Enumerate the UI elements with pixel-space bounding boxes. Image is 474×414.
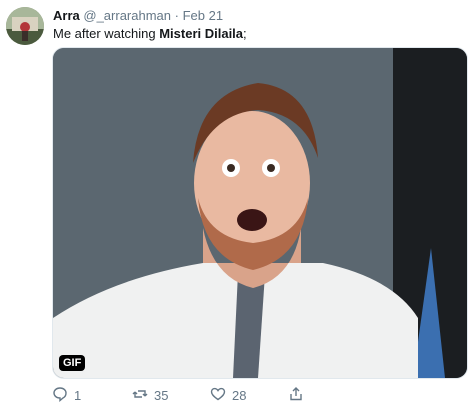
tweet-date[interactable]: Feb 21: [183, 8, 223, 23]
reply-icon: [52, 386, 68, 405]
retweet-icon: [132, 386, 148, 405]
retweet-count: 35: [154, 388, 169, 403]
tweet-text-bold: Misteri Dilaila: [159, 26, 244, 41]
like-icon: [210, 386, 226, 405]
separator-dot: ·: [174, 8, 179, 23]
retweet-button[interactable]: 35: [132, 386, 168, 405]
display-name[interactable]: Arra: [53, 8, 80, 23]
share-button[interactable]: [288, 386, 304, 405]
tweet-header: Arra @_arrarahman · Feb 21: [53, 7, 223, 24]
reply-button[interactable]: 1: [52, 386, 81, 405]
tweet-media-gif[interactable]: GIF: [52, 47, 468, 379]
user-handle[interactable]: @_arrarahman: [83, 8, 171, 23]
tweet-text-suffix: ;: [243, 26, 247, 41]
share-icon: [288, 386, 304, 405]
gif-frame-illustration: [53, 48, 467, 378]
reply-count: 1: [74, 388, 82, 403]
like-button[interactable]: 28: [210, 386, 246, 405]
tweet-text: Me after watching Misteri Dilaila;: [53, 25, 247, 42]
avatar[interactable]: [6, 7, 44, 45]
gif-badge: GIF: [59, 355, 86, 371]
tweet-text-prefix: Me after watching: [53, 26, 160, 41]
tweet-actions: 1 35 28: [52, 386, 452, 406]
like-count: 28: [232, 388, 247, 403]
